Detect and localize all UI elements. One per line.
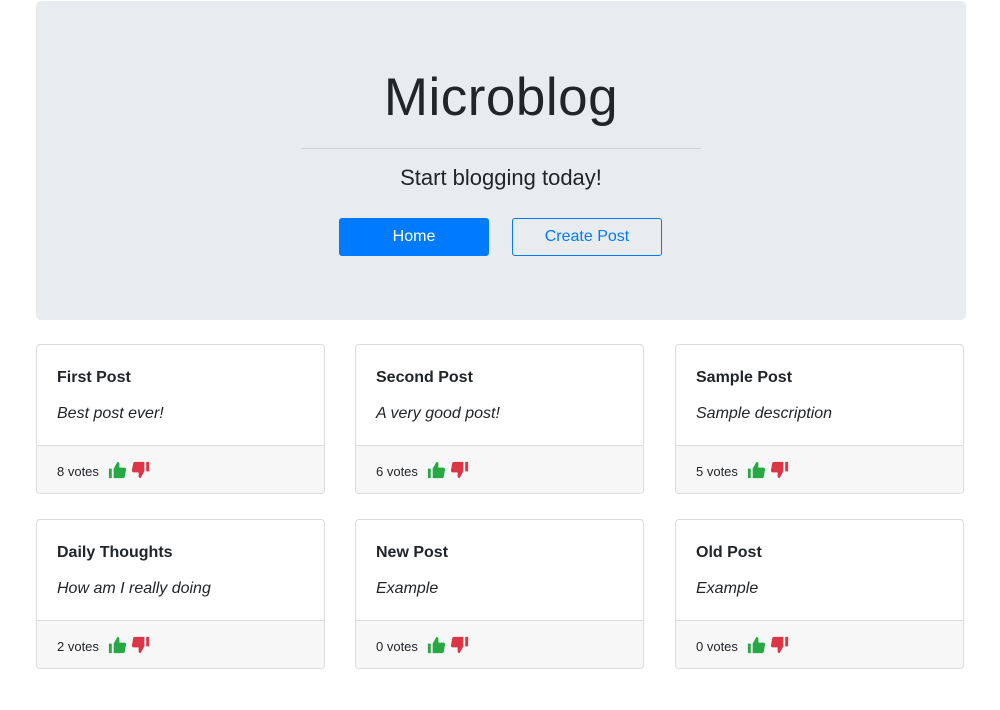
post-card: Old Post Example 0 votes [675, 519, 964, 669]
post-card: First Post Best post ever! 8 votes [36, 344, 325, 494]
thumbs-up-icon[interactable] [746, 460, 766, 480]
post-description: Sample description [696, 405, 833, 422]
post-description: Best post ever! [57, 405, 164, 422]
vote-count: 5 votes [696, 464, 738, 479]
vote-count: 8 votes [57, 464, 99, 479]
thumbs-down-icon[interactable] [131, 635, 151, 655]
thumbs-up-icon[interactable] [107, 460, 127, 480]
post-title[interactable]: Sample Post [696, 369, 792, 387]
divider [301, 148, 701, 149]
vote-count: 0 votes [696, 639, 738, 654]
post-description: How am I really doing [57, 580, 211, 597]
post-card: Daily Thoughts How am I really doing 2 v… [36, 519, 325, 669]
post-card-footer: 0 votes [676, 620, 963, 668]
vote-count: 0 votes [376, 639, 418, 654]
thumbs-down-icon[interactable] [450, 460, 470, 480]
post-card-footer: 2 votes [37, 620, 324, 668]
page-subtitle: Start blogging today! [400, 165, 602, 190]
post-card-body: Sample Post Sample description [676, 345, 963, 445]
jumbotron-header: Microblog Start blogging today! Home Cre… [36, 1, 966, 320]
post-description: Example [376, 580, 439, 597]
vote-count: 6 votes [376, 464, 418, 479]
post-card: Sample Post Sample description 5 votes [675, 344, 964, 494]
post-card-body: New Post Example [356, 520, 643, 620]
home-button[interactable]: Home [339, 218, 489, 256]
thumbs-up-icon[interactable] [426, 460, 446, 480]
post-card-body: Second Post A very good post! [356, 345, 643, 445]
thumbs-down-icon[interactable] [770, 460, 790, 480]
post-card-body: Old Post Example [676, 520, 963, 620]
vote-count: 2 votes [57, 639, 99, 654]
post-title[interactable]: First Post [57, 369, 131, 387]
post-description: Example [696, 580, 759, 597]
thumbs-up-icon[interactable] [107, 635, 127, 655]
post-card: New Post Example 0 votes [355, 519, 644, 669]
post-title[interactable]: Old Post [696, 544, 762, 562]
create-post-button[interactable]: Create Post [512, 218, 662, 256]
post-card-body: Daily Thoughts How am I really doing [37, 520, 324, 620]
post-title[interactable]: New Post [376, 544, 448, 562]
post-card-footer: 6 votes [356, 445, 643, 493]
post-title[interactable]: Second Post [376, 369, 473, 387]
post-description: A very good post! [376, 405, 500, 422]
thumbs-down-icon[interactable] [131, 460, 151, 480]
post-card-footer: 8 votes [37, 445, 324, 493]
thumbs-up-icon[interactable] [426, 635, 446, 655]
post-card-footer: 5 votes [676, 445, 963, 493]
thumbs-down-icon[interactable] [770, 635, 790, 655]
thumbs-up-icon[interactable] [746, 635, 766, 655]
page-title: Microblog [383, 68, 619, 127]
thumbs-down-icon[interactable] [450, 635, 470, 655]
post-card-footer: 0 votes [356, 620, 643, 668]
post-card-body: First Post Best post ever! [37, 345, 324, 445]
post-card: Second Post A very good post! 6 votes [355, 344, 644, 494]
post-title[interactable]: Daily Thoughts [57, 544, 173, 562]
